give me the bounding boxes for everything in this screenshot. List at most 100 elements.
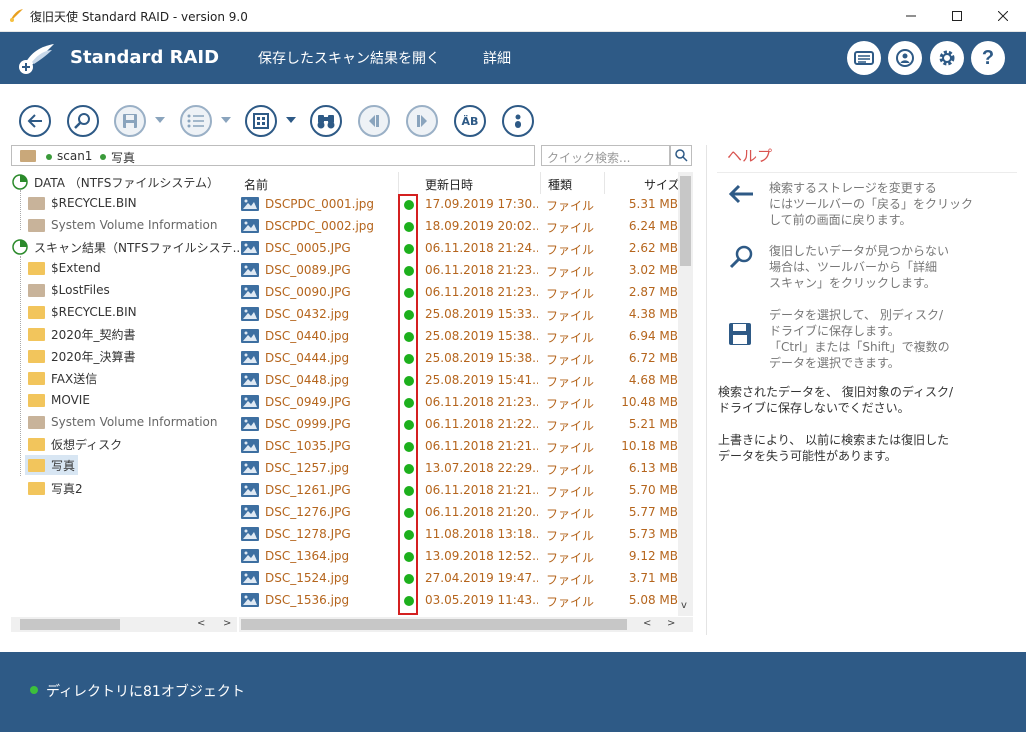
file-list-vertical-scrollbar[interactable]: v (678, 172, 693, 616)
table-row[interactable]: DSC_1035.JPG 06.11.2018 21:21... ファイル 10.18… (238, 436, 681, 458)
scrollbar-thumb[interactable] (241, 619, 627, 630)
scroll-left-icon[interactable]: < (197, 618, 205, 629)
table-row[interactable]: DSC_0949.JPG 06.11.2018 21:23... ファイル 10.48… (238, 392, 681, 414)
scroll-left-icon[interactable]: < (643, 618, 651, 629)
file-list-horizontal-scrollbar[interactable]: < > (239, 617, 693, 632)
tree-item-photos[interactable]: 写真 (25, 455, 79, 475)
file-size: 2.62 MB (628, 241, 678, 255)
file-name: DSC_0432.jpg (265, 307, 350, 321)
file-size: 5.31 MB (628, 197, 678, 211)
status-dot-icon (30, 686, 38, 694)
table-row[interactable]: DSCPDC_0001.jpg 17.09.2019 17:30... ファイル 5.… (238, 194, 681, 216)
thumbnail-view-button[interactable] (245, 105, 277, 137)
detail-scan-button[interactable] (67, 105, 99, 137)
table-row[interactable]: DSC_0440.jpg 25.08.2019 15:38... ファイル 6.94 … (238, 326, 681, 348)
quick-search-button[interactable] (670, 145, 692, 166)
table-row[interactable]: DSCPDC_0002.jpg 18.09.2019 20:02... ファイル 6.… (238, 216, 681, 238)
minimize-button[interactable] (888, 0, 934, 32)
tree-item-financials[interactable]: 2020年_決算書 (28, 346, 136, 366)
scrollbar-thumb[interactable] (20, 619, 120, 630)
table-row[interactable]: DSC_1278.JPG 11.08.2018 13:18... ファイル 5.73 … (238, 524, 681, 546)
folder-icon (28, 393, 45, 407)
scroll-down-icon[interactable]: v (681, 600, 687, 611)
quick-search-input[interactable]: クイック検索... (541, 145, 670, 166)
thumbnail-view-icon (253, 113, 269, 129)
volume-pie-icon (12, 239, 28, 255)
column-name[interactable]: 名前 (244, 176, 268, 193)
back-button[interactable] (19, 105, 51, 137)
tree-item-label: $Extend (51, 261, 101, 275)
table-row[interactable]: DSC_0005.JPG 06.11.2018 21:24... ファイル 2.62 … (238, 238, 681, 260)
file-type: ファイル (546, 529, 595, 543)
table-row[interactable]: DSC_0432.jpg 25.08.2019 15:33... ファイル 4.38 … (238, 304, 681, 326)
list-view-button[interactable] (180, 105, 212, 137)
view-dropdown-arrow[interactable] (286, 117, 296, 123)
char-encoding-button[interactable]: ÄB (454, 105, 486, 137)
tree-item-extend[interactable]: $Extend (28, 258, 101, 278)
file-date: 25.08.2019 15:33... (425, 307, 538, 321)
tree-item-scan-results[interactable]: スキャン結果（NTFSファイルシステ.. (12, 237, 240, 257)
maximize-button[interactable] (934, 0, 980, 32)
table-row[interactable]: DSC_1257.jpg 13.07.2018 22:29... ファイル 6.13 … (238, 458, 681, 480)
save-dropdown-arrow[interactable] (155, 117, 165, 123)
scroll-right-icon[interactable]: > (223, 618, 231, 629)
crumb-scan[interactable]: scan1 (57, 149, 92, 163)
tree-item-fax[interactable]: FAX送信 (28, 368, 97, 388)
tree-horizontal-scrollbar[interactable]: < > (11, 617, 237, 632)
crumb-folder[interactable]: 写真 (111, 149, 135, 166)
list-view-dropdown-arrow[interactable] (221, 117, 231, 123)
tree-item-photos2[interactable]: 写真2 (28, 478, 83, 498)
tree-item-lostfiles[interactable]: $LostFiles (28, 280, 110, 300)
tree-item-movie[interactable]: MOVIE (28, 390, 90, 410)
tree-item-virtual-disk[interactable]: 仮想ディスク (28, 434, 122, 454)
table-row[interactable]: DSC_1364.jpg 13.09.2018 12:52... ファイル 9.12 … (238, 546, 681, 568)
file-name: DSC_1035.JPG (265, 439, 351, 453)
crumb-dot-icon (46, 149, 52, 163)
table-row[interactable]: DSC_1536.jpg 03.05.2019 11:43... ファイル 5.08 … (238, 590, 681, 612)
column-type[interactable]: 種類 (548, 176, 572, 193)
info-button[interactable] (502, 105, 534, 137)
file-type: ファイル (546, 463, 595, 477)
column-size[interactable]: サイズ (644, 176, 680, 193)
file-date: 06.11.2018 21:24... (425, 241, 538, 255)
detail-scan-icon (729, 245, 753, 269)
scroll-right-icon[interactable]: > (667, 618, 675, 629)
save-button[interactable] (114, 105, 146, 137)
tree-item-system-volume-info[interactable]: System Volume Information (28, 215, 217, 235)
table-row[interactable]: DSC_0999.JPG 06.11.2018 21:22... ファイル 5.21 … (238, 414, 681, 436)
table-row[interactable]: DSC_1276.JPG 06.11.2018 21:20... ファイル 5.77 … (238, 502, 681, 524)
help-button[interactable]: ? (971, 41, 1005, 75)
file-size: 3.02 MB (628, 263, 678, 277)
tree-item-data-volume[interactable]: DATA （NTFSファイルシステム） (12, 172, 219, 192)
tree-item-label: 写真 (51, 458, 76, 473)
file-type: ファイル (546, 221, 595, 235)
tree-item-system-volume-info-2[interactable]: System Volume Information (28, 412, 217, 432)
find-button[interactable] (310, 105, 342, 137)
menu-open-saved-scan[interactable]: 保存したスキャン結果を開く (258, 48, 440, 68)
account-button[interactable] (888, 41, 922, 75)
table-row[interactable]: DSC_0448.jpg 25.08.2019 15:41... ファイル 4.68 … (238, 370, 681, 392)
file-name: DSC_1276.JPG (265, 505, 351, 519)
next-button[interactable] (406, 105, 438, 137)
tree-item-label: MOVIE (51, 393, 90, 407)
table-row[interactable]: DSC_0089.JPG 06.11.2018 21:23... ファイル 3.02 … (238, 260, 681, 282)
file-name: DSC_1278.JPG (265, 527, 351, 541)
menu-details[interactable]: 詳細 (483, 48, 511, 68)
toolbar: ÄB (0, 84, 1026, 146)
table-row[interactable]: DSC_1524.jpg 27.04.2019 19:47... ファイル 3.71 … (238, 568, 681, 590)
close-button[interactable] (980, 0, 1026, 32)
prev-button[interactable] (358, 105, 390, 137)
tree-item-contracts[interactable]: 2020年_契約書 (28, 324, 136, 344)
column-modified[interactable]: 更新日時 (425, 176, 473, 193)
breadcrumb[interactable]: scan1 写真 (11, 145, 535, 166)
scrollbar-thumb[interactable] (680, 176, 691, 266)
table-row[interactable]: DSC_1261.JPG 06.11.2018 21:21... ファイル 5.70 … (238, 480, 681, 502)
tree-item-recycle-bin[interactable]: $RECYCLE.BIN (28, 193, 137, 213)
tree-item-recycle-bin-2[interactable]: $RECYCLE.BIN (28, 302, 137, 322)
help-text: データを選択して、 別ディスク/ ドライブに保存します。 「Ctrl」または「S… (769, 308, 950, 370)
table-row[interactable]: DSC_0444.jpg 25.08.2019 15:38... ファイル 6.72 … (238, 348, 681, 370)
settings-button[interactable] (930, 41, 964, 75)
table-row[interactable]: DSC_0090.JPG 06.11.2018 21:23... ファイル 2.87 … (238, 282, 681, 304)
news-button[interactable] (847, 41, 881, 75)
folder-icon (28, 349, 45, 363)
